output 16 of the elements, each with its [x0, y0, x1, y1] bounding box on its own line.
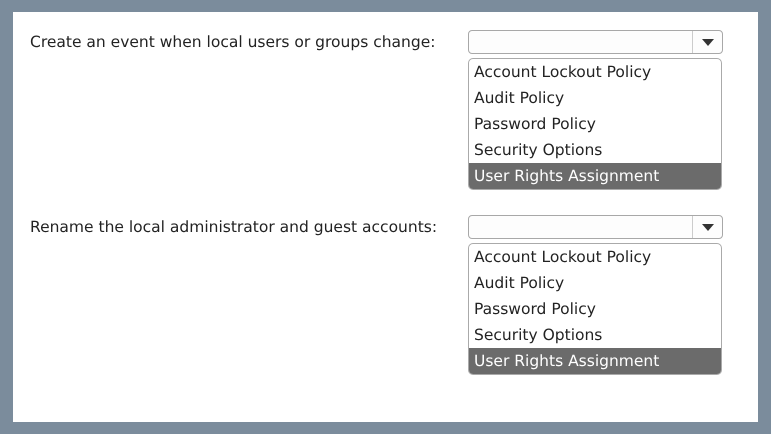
- dropdown[interactable]: [468, 215, 723, 239]
- dropdown-option[interactable]: Security Options: [469, 322, 721, 348]
- dropdown-option[interactable]: User Rights Assignment: [469, 348, 721, 374]
- question-label: Rename the local administrator and guest accounts:: [30, 217, 438, 238]
- dropdown[interactable]: [468, 30, 723, 54]
- caret-icon: [702, 38, 714, 46]
- dropdown-option[interactable]: Audit Policy: [469, 85, 721, 111]
- dropdown-option[interactable]: Account Lockout Policy: [469, 244, 721, 270]
- dropdown-option[interactable]: Audit Policy: [469, 270, 721, 296]
- dropdown-option[interactable]: Password Policy: [469, 111, 721, 137]
- caret-icon: [702, 224, 714, 230]
- question-label: Create an event when local users or groups change:: [30, 32, 436, 53]
- dropdown-option[interactable]: Account Lockout Policy: [469, 59, 721, 85]
- dropdown-option[interactable]: Security Options: [469, 137, 721, 163]
- dropdown-option[interactable]: Password Policy: [469, 296, 721, 322]
- dropdown-option[interactable]: User Rights Assignment: [469, 163, 721, 189]
